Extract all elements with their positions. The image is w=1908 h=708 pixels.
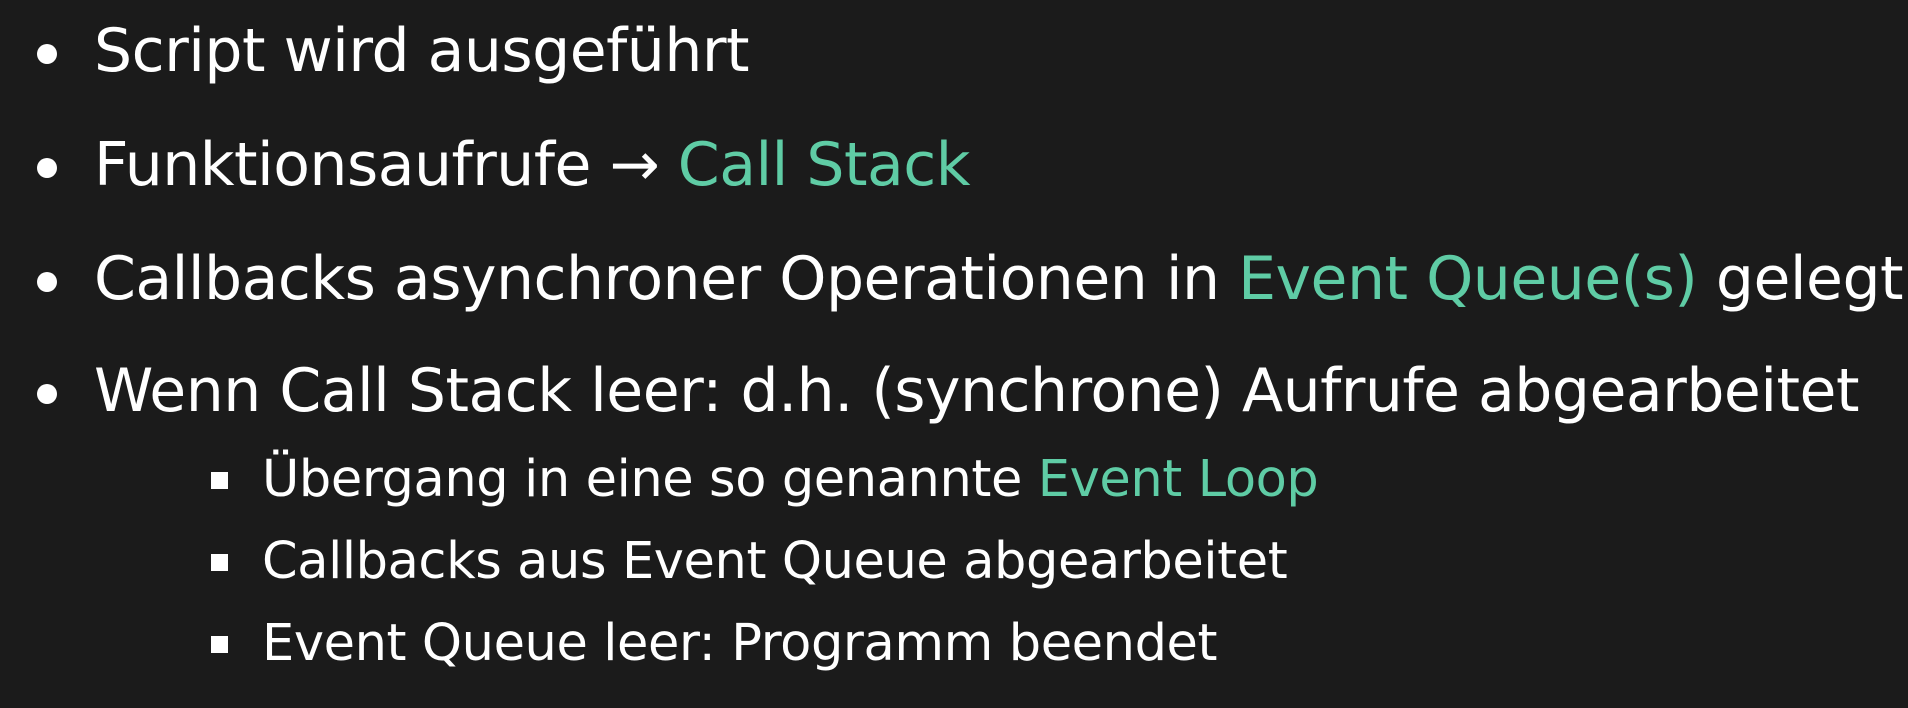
sub-item-text: Übergang in eine so genannte [262,450,1038,509]
square-bullet-icon [211,636,228,653]
sub-item-text: Event Queue leer: Programm beendet [262,614,1218,673]
bullet-dot-icon [37,44,57,64]
highlight-event-loop: Event Loop [1037,450,1319,509]
sub-item-3: Event Queue leer: Programm beendet [211,606,1218,682]
highlight-call-stack: Call Stack [677,130,971,200]
slide-content: Script wird ausgeführt Funktionsaufrufe … [0,0,1908,708]
bullet-item-1: Script wird ausgeführt [37,6,750,96]
sub-item-text: Callbacks aus Event Queue abgearbeitet [262,532,1288,591]
bullet-item-4: Wenn Call Stack leer: d.h. (synchrone) A… [37,346,1859,436]
bullet-item-3: Callbacks asynchroner Operationen in Eve… [37,234,1904,324]
highlight-event-queue: Event Queue(s) [1238,244,1698,314]
bullet-text: Script wird ausgeführt [94,16,750,86]
bullet-text-after: gelegt [1697,244,1904,314]
bullet-item-2: Funktionsaufrufe → Call Stack [37,120,971,210]
sub-item-2: Callbacks aus Event Queue abgearbeitet [211,524,1288,600]
sub-item-1: Übergang in eine so genannte Event Loop [211,442,1319,518]
bullet-text: Wenn Call Stack leer: d.h. (synchrone) A… [94,356,1859,426]
bullet-dot-icon [37,384,57,404]
square-bullet-icon [211,554,228,571]
square-bullet-icon [211,472,228,489]
bullet-text: Callbacks asynchroner Operationen in [94,244,1239,314]
bullet-dot-icon [37,272,57,292]
bullet-dot-icon [37,158,57,178]
bullet-text: Funktionsaufrufe → [94,130,678,200]
